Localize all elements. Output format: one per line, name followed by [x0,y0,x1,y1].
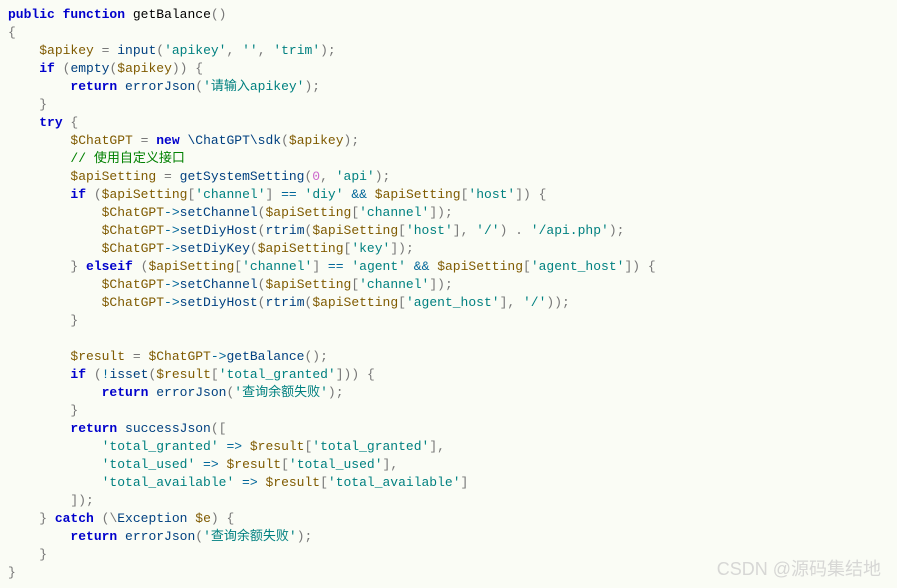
kw-public: public [8,7,55,22]
fn-name: getBalance [133,7,211,22]
code-block: public function getBalance() { $apikey =… [8,6,889,582]
kw-function: function [63,7,125,22]
comment: // 使用自定义接口 [70,151,184,166]
